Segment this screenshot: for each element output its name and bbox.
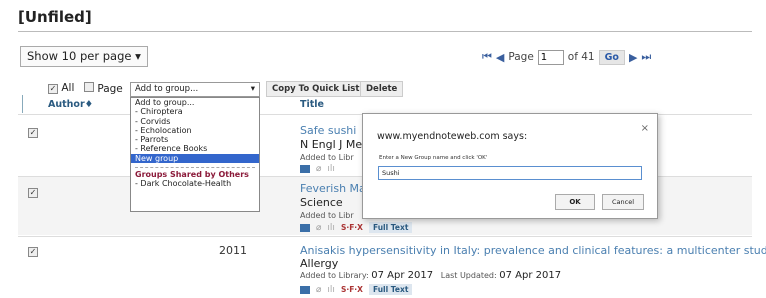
divider [18,236,752,237]
add-to-group-select[interactable]: Add to group... ▾ [130,82,260,97]
go-button[interactable]: Go [598,49,625,65]
sfx-link[interactable]: S·F·X [341,285,363,294]
delete-button[interactable]: Delete [360,81,404,97]
reference-year: 2011 [219,244,247,257]
attachment-icon[interactable]: ⌀ [316,285,321,295]
row-checkbox[interactable]: ✓ [28,247,38,257]
shared-groups-header: Groups Shared by Others [135,170,249,180]
page-title: [Unfiled] [18,8,92,26]
reference-title[interactable]: Anisakis hypersensitivity in Italy: prev… [300,244,766,257]
dropdown-item-new-group[interactable]: New group [131,153,259,164]
group-dropdown: Add to group... - Chiroptera - Corvids -… [130,97,260,212]
dropdown-item[interactable]: Add to group... [131,98,259,107]
select-page[interactable]: Page [84,82,123,95]
next-page-icon[interactable]: ▶ [629,51,637,64]
page-number-input[interactable] [537,49,564,65]
reference-icons: ⌀ ılı [300,164,335,174]
reference-icons: ⌀ ılı S·F·X Full Text [300,222,413,233]
folder-icon[interactable] [300,285,310,294]
per-page-select[interactable]: Show 10 per page ▾ [20,46,148,67]
dropdown-separator [135,163,255,169]
last-page-icon[interactable]: ⏭ [641,50,651,64]
select-all[interactable]: ✓ All [48,82,74,94]
dropdown-item[interactable]: - Echolocation [131,126,259,135]
dropdown-item[interactable]: - Parrots [131,135,259,144]
prompt-dialog: www.myendnoteweb.com says: × Enter a New… [362,113,658,219]
bar-chart-icon[interactable]: ılı [327,223,335,233]
first-page-icon[interactable]: ⏮ [482,50,492,64]
reference-journal: Allergy [300,257,339,270]
page-count: of 41 [567,51,595,63]
author-column-header[interactable]: Author♦ [48,99,93,110]
close-icon[interactable]: × [641,123,649,134]
row-checkbox[interactable]: ✓ [28,128,38,138]
folder-icon[interactable] [300,165,310,173]
dialog-message: Enter a New Group name and click 'OK' [379,155,488,161]
sort-indicator [22,95,32,113]
bar-chart-icon[interactable]: ılı [327,285,335,295]
select-all-checkbox[interactable]: ✓ [48,84,58,94]
copy-to-quick-list-button[interactable]: Copy To Quick List [266,81,366,97]
reference-title[interactable]: Feverish Ma [300,182,366,195]
reference-added: Added to Library: 07 Apr 2017 Last Updat… [300,270,562,281]
reference-added: Added to Libr [300,211,354,220]
select-page-checkbox[interactable] [84,82,94,92]
attachment-icon[interactable]: ⌀ [316,223,321,233]
full-text-button[interactable]: Full Text [368,222,413,233]
title-column-header[interactable]: Title [300,99,324,110]
dropdown-item[interactable]: - Dark Chocolate-Health [131,179,259,188]
reference-journal: N Engl J Me [300,138,363,151]
folder-icon[interactable] [300,223,310,232]
page-label: Page [508,51,534,63]
reference-added: Added to Libr [300,153,354,162]
attachment-icon[interactable]: ⌀ [316,164,321,174]
pagination: ⏮ ◀ Page of 41 Go ▶ ⏭ [482,49,651,65]
group-name-input[interactable] [378,166,642,180]
reference-journal: Science [300,196,343,209]
reference-icons: ⌀ ılı S·F·X Full Text [300,284,413,295]
dropdown-item[interactable]: - Corvids [131,117,259,126]
full-text-button[interactable]: Full Text [368,284,413,295]
ok-button[interactable]: OK [555,194,595,210]
sfx-link[interactable]: S·F·X [341,223,363,232]
cancel-button[interactable]: Cancel [602,194,644,210]
dialog-title: www.myendnoteweb.com says: [377,131,528,142]
prev-page-icon[interactable]: ◀ [496,51,504,64]
dropdown-item[interactable]: - Chiroptera [131,107,259,116]
dropdown-item[interactable]: - Reference Books [131,144,259,153]
reference-title[interactable]: Safe sushi [300,124,356,137]
row-checkbox[interactable]: ✓ [28,188,38,198]
bar-chart-icon[interactable]: ılı [327,164,335,174]
divider [18,31,752,32]
